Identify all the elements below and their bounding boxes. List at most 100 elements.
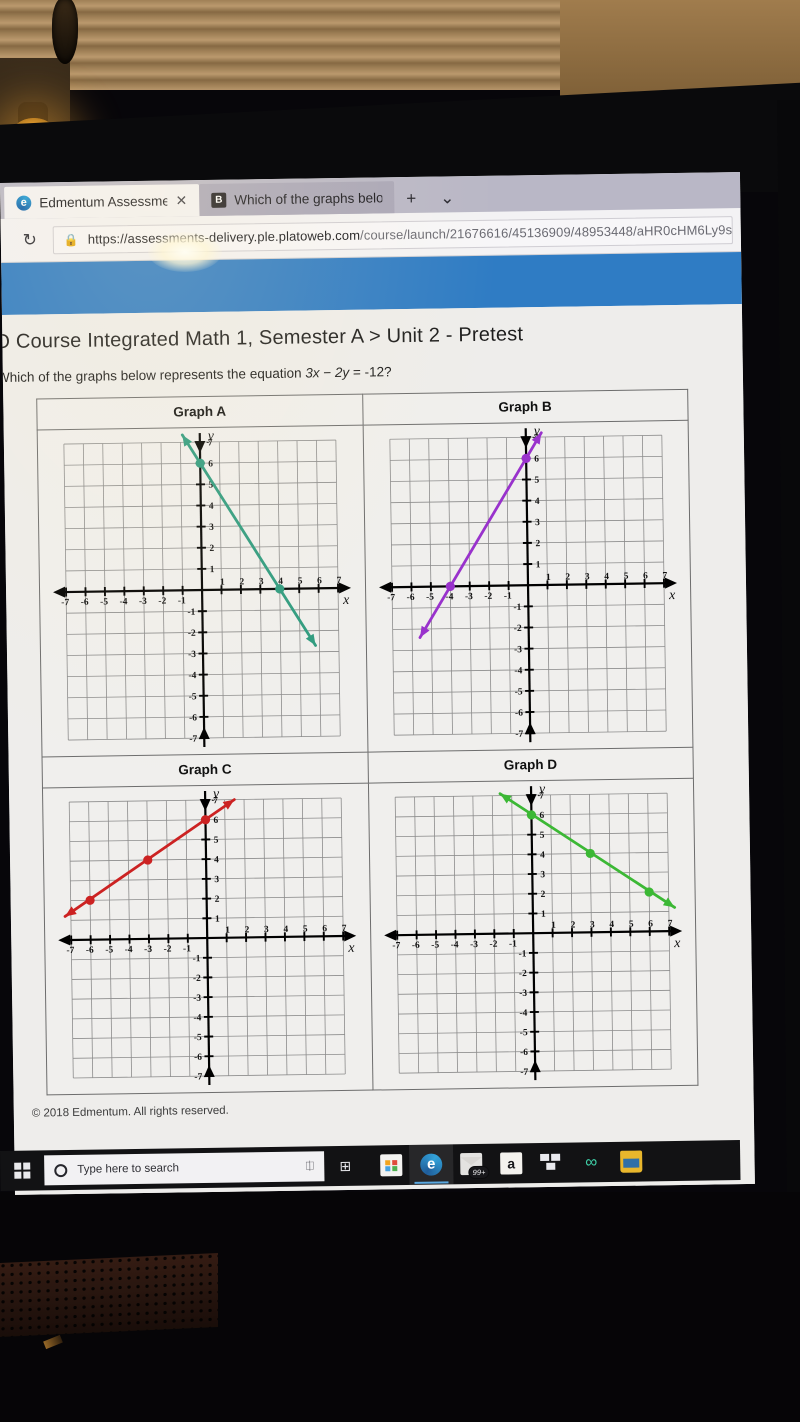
svg-text:5: 5	[623, 572, 628, 582]
svg-text:-2: -2	[513, 624, 521, 634]
svg-text:5: 5	[214, 836, 219, 846]
dropbox-icon[interactable]	[540, 1151, 563, 1174]
page-content: O Course Integrated Math 1, Semester A >…	[0, 304, 755, 1195]
svg-text:-1: -1	[513, 603, 521, 613]
svg-text:5: 5	[298, 577, 303, 587]
svg-text:-5: -5	[431, 941, 439, 951]
microphone-icon[interactable]: ⎅	[305, 1160, 314, 1173]
file-explorer-icon[interactable]	[620, 1150, 643, 1173]
svg-text:x: x	[347, 941, 355, 956]
svg-text:3: 3	[540, 870, 545, 880]
tab-which-of-the-graphs-below[interactable]: B Which of the graphs below	[199, 181, 395, 217]
svg-text:7: 7	[662, 571, 667, 581]
graph-options-table: Graph A Graph B -7 -6 -5 -4 -3 -2 -1 1 2 3 4 5 6 7 -7-…	[36, 388, 699, 1096]
url-text: https://assessments-delivery.ple.platowe…	[88, 221, 733, 246]
svg-text:y: y	[537, 782, 546, 797]
svg-text:-3: -3	[188, 650, 196, 660]
svg-text:2: 2	[540, 890, 545, 900]
graph-d-title: Graph D	[367, 747, 694, 784]
svg-text:-7: -7	[190, 735, 198, 745]
svg-text:-7: -7	[515, 730, 523, 740]
chevron-down-icon[interactable]: ⌄	[428, 188, 467, 213]
svg-text:4: 4	[284, 925, 289, 935]
svg-text:4: 4	[604, 572, 609, 582]
svg-text:-4: -4	[194, 1013, 202, 1023]
task-view-button[interactable]: ⊞	[324, 1157, 366, 1175]
mail-badge: 99+	[468, 1165, 490, 1180]
svg-text:1: 1	[551, 921, 556, 931]
svg-text:6: 6	[643, 571, 648, 581]
svg-text:1: 1	[215, 915, 220, 925]
svg-text:6: 6	[208, 459, 213, 469]
svg-text:3: 3	[209, 523, 214, 533]
svg-text:5: 5	[303, 925, 308, 935]
graph-d-cell[interactable]: -7 -6 -5 -4 -3 -2 -1 1 2 3 4 5 6 7 -7 -6 -5 -4 -3 -2 -1 1 2 3 4 5…	[367, 778, 698, 1091]
svg-text:x: x	[342, 593, 350, 608]
svg-text:-3: -3	[514, 645, 522, 655]
svg-text:x: x	[668, 588, 676, 603]
amazon-icon[interactable]	[500, 1152, 523, 1175]
speaker-grille	[0, 1253, 218, 1337]
infinity-icon[interactable]: ∞	[580, 1151, 602, 1173]
search-input[interactable]: Type here to search ⎅	[44, 1151, 325, 1186]
url-domain: https://assessments-delivery.ple.platowe…	[87, 227, 361, 247]
svg-text:2: 2	[215, 895, 220, 905]
svg-text:-2: -2	[164, 945, 172, 955]
edge-icon[interactable]	[408, 1144, 454, 1185]
svg-text:-7: -7	[392, 941, 400, 951]
svg-text:3: 3	[590, 920, 595, 930]
svg-text:-2: -2	[484, 592, 492, 602]
svg-text:-1: -1	[183, 944, 191, 954]
graph-b-title: Graph B	[362, 389, 689, 426]
svg-text:-7: -7	[61, 598, 69, 608]
svg-text:4: 4	[609, 920, 614, 930]
taskbar-icons: 99+ ∞	[366, 1144, 643, 1185]
svg-text:-4: -4	[125, 945, 133, 955]
svg-text:-2: -2	[489, 940, 497, 950]
close-icon[interactable]: ✕	[175, 192, 187, 209]
svg-text:-5: -5	[105, 945, 113, 955]
svg-text:-6: -6	[189, 713, 197, 723]
svg-text:2: 2	[240, 577, 245, 587]
svg-text:-2: -2	[519, 969, 527, 979]
graph-a-cell[interactable]: -7 -6 -5 -4 -3 -2 -1 1 2 3 4 5 6 7 -7 -6 -5 -4 -3 -2 -1 1 2 3 4 5…	[37, 425, 368, 757]
hanging-ornament	[52, 0, 78, 64]
svg-text:-2: -2	[159, 597, 167, 607]
photo-of-monitor: Edmentum Assessments ✕ B Which of the gr…	[0, 0, 800, 1422]
monitor-screen: Edmentum Assessments ✕ B Which of the gr…	[0, 172, 755, 1195]
reload-icon[interactable]: ↻	[17, 230, 43, 250]
svg-text:-3: -3	[193, 994, 201, 1004]
microsoft-store-icon[interactable]	[380, 1154, 403, 1177]
start-button[interactable]	[0, 1162, 44, 1179]
svg-text:-1: -1	[509, 939, 517, 949]
svg-text:-7: -7	[67, 946, 75, 956]
tab-edmentum-assessments[interactable]: Edmentum Assessments ✕	[4, 184, 200, 219]
svg-text:2: 2	[245, 925, 250, 935]
svg-text:2: 2	[535, 539, 540, 549]
svg-text:-2: -2	[188, 629, 196, 639]
svg-text:-1: -1	[193, 954, 201, 964]
svg-text:5: 5	[534, 476, 539, 486]
url-path: /course/launch/21676616/45136909/4895344…	[359, 221, 733, 243]
svg-text:-5: -5	[519, 1028, 527, 1038]
svg-text:4: 4	[534, 497, 539, 507]
svg-text:3: 3	[535, 518, 540, 528]
svg-text:5: 5	[629, 920, 634, 930]
mail-icon[interactable]: 99+	[460, 1152, 490, 1180]
svg-text:3: 3	[585, 572, 590, 582]
search-placeholder: Type here to search	[77, 1162, 180, 1176]
svg-text:6: 6	[322, 924, 327, 934]
new-tab-button[interactable]: +	[394, 189, 428, 214]
svg-text:4: 4	[209, 502, 214, 512]
graph-c-cell[interactable]: -7 -6 -5 -4 -3 -2 -1 1 2 3 4 5 6 7 -7 -6 -5 -4 -3 -2 -1 1 2 3 4 5…	[42, 783, 373, 1095]
svg-text:-3: -3	[139, 597, 147, 607]
graph-b-cell[interactable]: -7 -6 -5 -4 -3 -2 -1 1 2 3 4 5 6 7 -7 -6 -5 -4 -3 -2 -1 1 2 3 4 5…	[362, 420, 693, 753]
svg-text:-3: -3	[470, 940, 478, 950]
graph-b-plot: -7 -6 -5 -4 -3 -2 -11 2 3 4 5 6 7-7-6-5-4-3-2-112345…	[378, 424, 677, 743]
url-input[interactable]: 🔒 https://assessments-delivery.ple.plato…	[52, 215, 733, 254]
svg-text:-3: -3	[465, 592, 473, 602]
svg-text:-1: -1	[518, 949, 526, 959]
svg-text:y: y	[211, 787, 220, 802]
graph-c-title: Graph C	[42, 752, 368, 788]
svg-text:6: 6	[317, 576, 322, 586]
